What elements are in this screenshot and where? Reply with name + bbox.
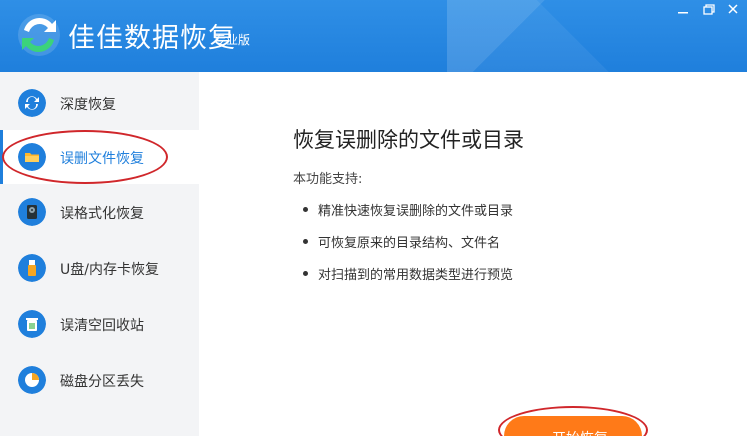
app-edition: 专业版: [214, 33, 251, 47]
feature-text: 对扫描到的常用数据类型进行预览: [318, 268, 514, 283]
app-logo-icon: [18, 14, 60, 56]
sidebar-item-partition-loss[interactable]: 磁盘分区丢失: [0, 353, 199, 407]
sidebar-item-label: 误格式化恢复: [60, 206, 144, 222]
sidebar-item-deep-recovery[interactable]: 深度恢复: [0, 76, 199, 130]
app-title: 佳佳数据恢复: [68, 23, 236, 54]
sidebar: 深度恢复 误删文件恢复 误格式化恢复 U盘/内存卡恢复 误清空回收站 磁盘分区丢…: [0, 72, 199, 436]
refresh-icon: [18, 89, 46, 117]
maximize-icon[interactable]: [699, 2, 717, 18]
disk-icon: [18, 198, 46, 226]
page-title: 恢复误删除的文件或目录: [293, 128, 524, 152]
feature-item: 精准快速恢复误删除的文件或目录: [303, 200, 513, 219]
main-panel: 恢复误删除的文件或目录 本功能支持: 精准快速恢复误删除的文件或目录 可恢复原来…: [199, 72, 747, 436]
sidebar-item-recycle-bin[interactable]: 误清空回收站: [0, 297, 199, 351]
sidebar-item-label: U盘/内存卡恢复: [60, 262, 159, 278]
bullet-icon: [303, 239, 308, 244]
feature-text: 精准快速恢复误删除的文件或目录: [318, 204, 514, 219]
sidebar-item-label: 磁盘分区丢失: [60, 374, 144, 390]
minimize-icon[interactable]: [674, 2, 692, 18]
close-icon[interactable]: [724, 2, 742, 18]
feature-item: 对扫描到的常用数据类型进行预览: [303, 264, 513, 283]
title-bar: 佳佳数据恢复 专业版: [0, 0, 747, 72]
title-bar-decoration: [447, 0, 707, 72]
recycle-bin-icon: [18, 310, 46, 338]
bullet-icon: [303, 271, 308, 276]
annotation-circle: [498, 406, 648, 436]
annotation-circle: [2, 130, 168, 184]
sidebar-item-label: 深度恢复: [60, 97, 116, 113]
sidebar-item-label: 误清空回收站: [60, 318, 144, 334]
feature-item: 可恢复原来的目录结构、文件名: [303, 232, 500, 251]
partition-icon: [18, 366, 46, 394]
feature-text: 可恢复原来的目录结构、文件名: [318, 236, 501, 251]
bullet-icon: [303, 207, 308, 212]
support-label: 本功能支持:: [293, 172, 363, 187]
sidebar-item-format-recovery[interactable]: 误格式化恢复: [0, 185, 199, 239]
usb-icon: [18, 254, 46, 282]
sidebar-item-usb-recovery[interactable]: U盘/内存卡恢复: [0, 241, 199, 295]
